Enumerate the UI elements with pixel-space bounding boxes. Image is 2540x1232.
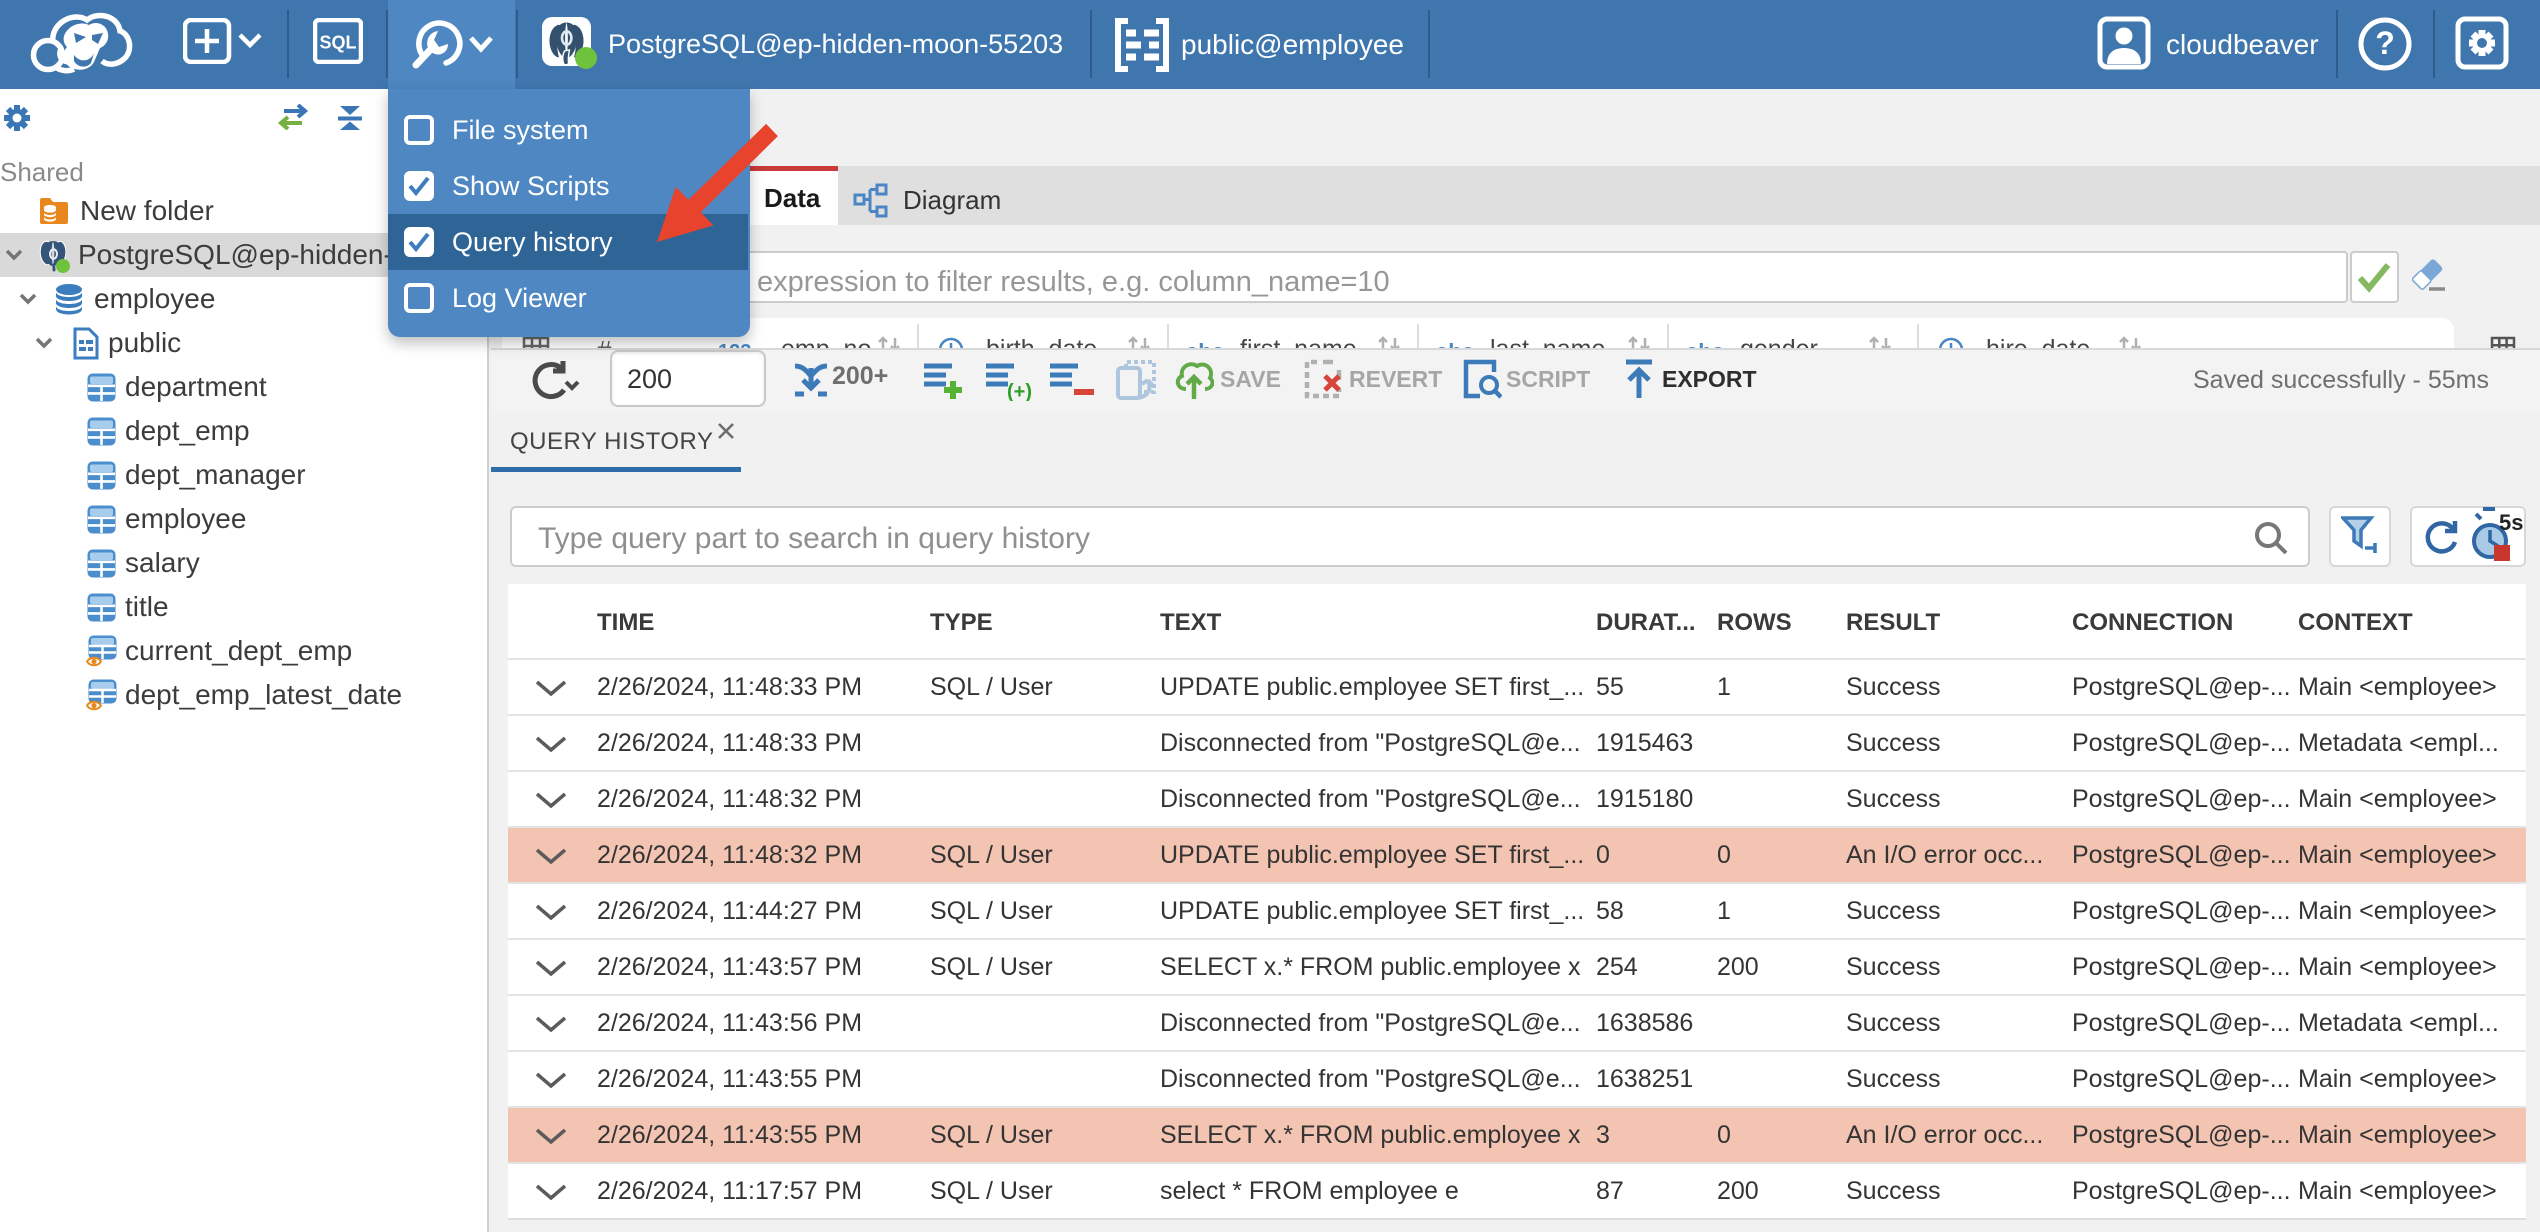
svg-text:5s: 5s xyxy=(2499,510,2523,535)
svg-text:?: ? xyxy=(2375,25,2395,61)
svg-text:SQL: SQL xyxy=(319,33,356,53)
svg-text:(+): (+) xyxy=(1007,381,1032,401)
